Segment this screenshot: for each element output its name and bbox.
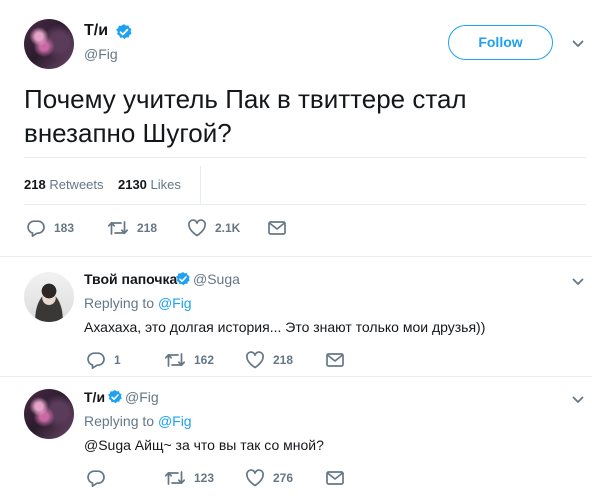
reply-text: @Suga Айщ~ за что вы так со мной? <box>84 437 324 453</box>
reply-author-name[interactable]: Т/и <box>84 389 105 405</box>
author-avatar[interactable] <box>24 19 74 69</box>
reply-text: Ахахаха, это долгая история... Это знают… <box>84 319 486 335</box>
retweet-action[interactable]: 162 <box>164 351 214 369</box>
verified-badge-icon <box>107 389 123 410</box>
divider <box>0 376 592 377</box>
retweet-count: 218 <box>137 221 158 235</box>
replying-to-label: Replying to <box>84 413 155 429</box>
reply-count: 1 <box>114 353 121 367</box>
likes-count: 2130 <box>117 177 147 192</box>
like-count: 218 <box>273 353 294 367</box>
replying-to: Replying to @Fig <box>84 295 192 311</box>
message-icon <box>268 221 286 235</box>
message-action[interactable] <box>325 351 345 369</box>
reply-author-avatar[interactable] <box>24 389 74 439</box>
like-count: 276 <box>273 471 294 485</box>
chevron-down-icon[interactable] <box>572 38 584 50</box>
reply-author-handle[interactable]: @Fig <box>125 389 159 405</box>
verified-badge-icon <box>115 23 133 46</box>
reply-author-handle[interactable]: @Suga <box>193 271 240 287</box>
like-icon <box>246 469 264 487</box>
chevron-down-icon[interactable] <box>572 276 584 288</box>
replying-to-link[interactable]: @Fig <box>158 413 192 429</box>
reply-action[interactable]: 183 <box>26 219 74 237</box>
chevron-down-icon[interactable] <box>572 394 584 406</box>
replying-to-label: Replying to <box>84 295 155 311</box>
likes-label: Likes <box>150 177 181 192</box>
reply-icon <box>87 470 105 487</box>
retweet-count: 162 <box>194 353 215 367</box>
tweet-text: Почему учитель Пак в твиттере стал внеза… <box>24 84 467 148</box>
like-icon <box>188 219 206 237</box>
like-count: 2.1K <box>215 221 241 235</box>
reply-icon <box>87 352 105 369</box>
reply-icon <box>27 220 45 237</box>
reply-author-name[interactable]: Твой папочка <box>84 271 177 287</box>
reply-action[interactable] <box>86 469 106 487</box>
retweets-label: Retweets <box>49 177 104 192</box>
author-handle[interactable]: @Fig <box>84 46 118 62</box>
likes-stat[interactable]: 2130 Likes <box>118 177 181 192</box>
like-icon <box>246 351 264 369</box>
divider <box>24 204 586 205</box>
like-action[interactable]: 2.1K <box>187 219 240 237</box>
verified-badge-icon <box>175 271 191 292</box>
reply-author-avatar[interactable] <box>24 272 74 322</box>
like-action[interactable]: 276 <box>245 469 293 487</box>
like-action[interactable]: 218 <box>245 351 293 369</box>
tweet-stats: 218 Retweets 2130 Likes <box>24 177 181 192</box>
message-icon <box>326 471 344 485</box>
retweet-action[interactable]: 218 <box>107 219 157 237</box>
divider <box>0 256 592 257</box>
divider <box>24 157 586 158</box>
retweet-icon <box>164 353 186 367</box>
message-action[interactable] <box>267 219 287 237</box>
follow-button[interactable]: Follow <box>448 25 553 60</box>
replying-to: Replying to @Fig <box>84 413 192 429</box>
retweets-count: 218 <box>24 177 46 192</box>
author-name[interactable]: Т/и <box>84 22 108 40</box>
retweet-count: 123 <box>194 471 215 485</box>
message-action[interactable] <box>325 469 345 487</box>
retweet-action[interactable]: 123 <box>164 469 214 487</box>
reply-action[interactable]: 1 <box>86 351 121 369</box>
replying-to-link[interactable]: @Fig <box>158 295 192 311</box>
reply-count: 183 <box>54 221 75 235</box>
retweets-stat[interactable]: 218 Retweets <box>24 177 104 192</box>
stats-separator <box>200 166 201 204</box>
retweet-icon <box>164 471 186 485</box>
message-icon <box>326 353 344 367</box>
retweet-icon <box>107 221 129 235</box>
